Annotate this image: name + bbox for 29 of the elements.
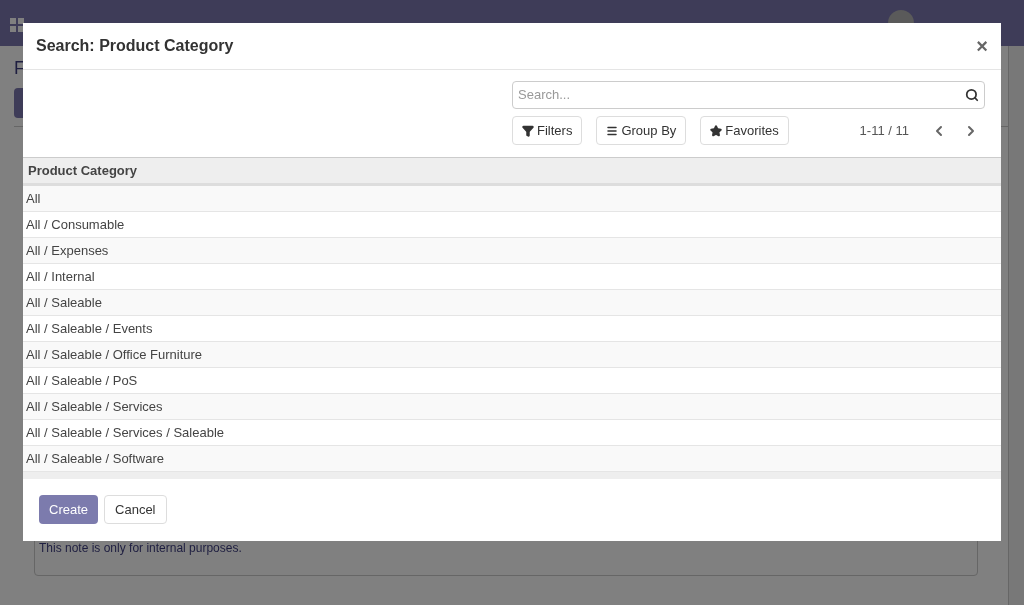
search-option-button[interactable]: Filters bbox=[512, 116, 583, 145]
table-row[interactable]: All / Saleable / Services / Saleable bbox=[23, 420, 1001, 446]
table-row[interactable]: All / Saleable / Office Furniture bbox=[23, 342, 1001, 368]
search-option-button[interactable]: Favorites bbox=[700, 116, 789, 145]
close-button[interactable]: × bbox=[976, 36, 988, 56]
search-box[interactable]: Search... bbox=[512, 81, 985, 109]
cancel-button[interactable]: Cancel bbox=[104, 495, 167, 524]
create-button[interactable]: Create bbox=[39, 495, 99, 524]
table-row[interactable]: All / Expenses bbox=[23, 238, 1001, 264]
table-row[interactable]: All / Consumable bbox=[23, 212, 1001, 238]
star-icon bbox=[710, 124, 723, 137]
table-row[interactable]: All / Internal bbox=[23, 264, 1001, 290]
pager: 1-11 / 11 bbox=[859, 121, 909, 140]
table-row[interactable]: All / Saleable bbox=[23, 290, 1001, 316]
search-option-button[interactable]: Group By bbox=[596, 116, 687, 145]
table-row[interactable]: All / Saleable / Software bbox=[23, 446, 1001, 472]
breadcrumb: F bbox=[14, 57, 26, 80]
table-row[interactable]: All / Saleable / Services bbox=[23, 394, 1001, 420]
apps-grid-icon[interactable] bbox=[10, 18, 24, 32]
table-row[interactable]: All / Saleable / Events bbox=[23, 316, 1001, 342]
list-icon bbox=[606, 124, 619, 137]
search-field[interactable]: Search... bbox=[518, 85, 965, 105]
filter-icon bbox=[522, 124, 534, 137]
dialog-title: Search: Product Category bbox=[36, 36, 234, 56]
table-row[interactable]: All bbox=[23, 186, 1001, 212]
note-text: This note is only for internal purposes. bbox=[39, 541, 242, 555]
search-icon[interactable] bbox=[965, 88, 979, 102]
table-row[interactable]: All / Saleable / PoS bbox=[23, 368, 1001, 394]
column-header[interactable]: Product Category bbox=[28, 160, 138, 181]
